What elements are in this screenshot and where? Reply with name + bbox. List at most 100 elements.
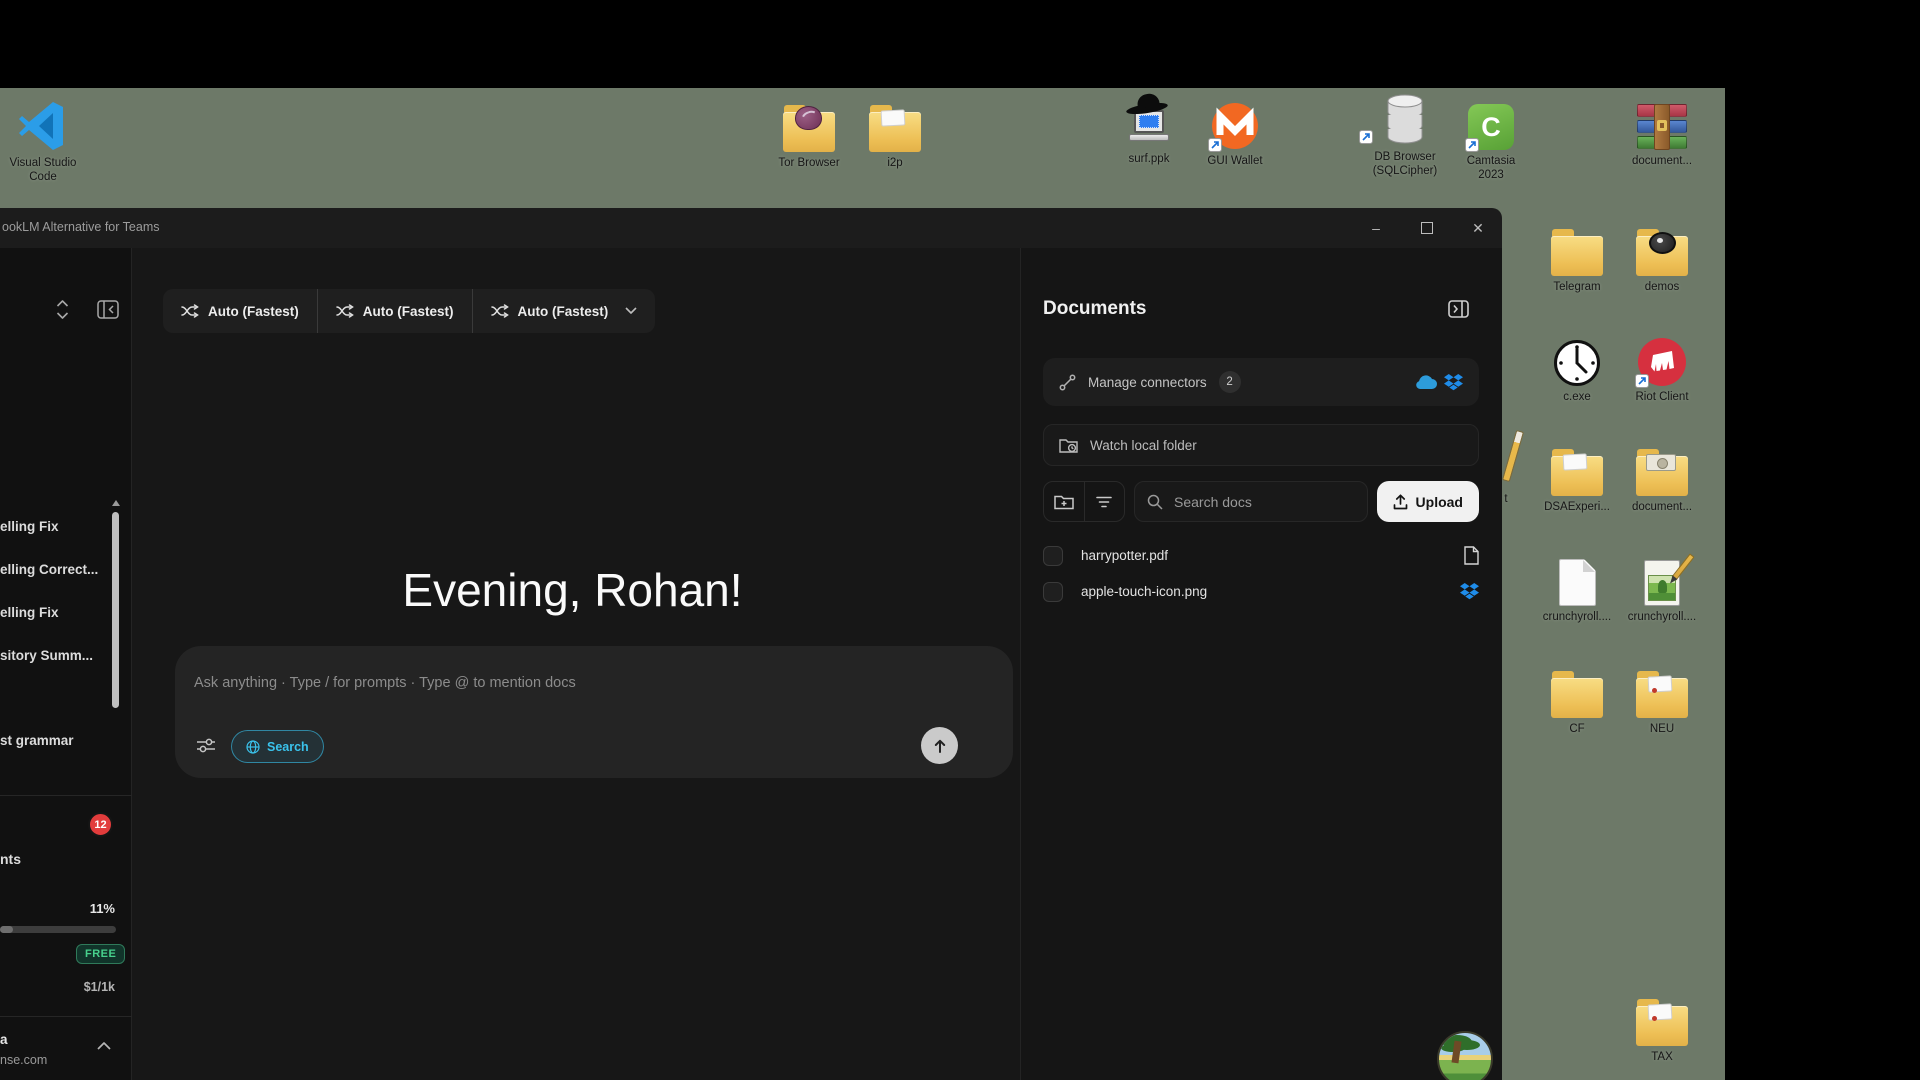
docs-search-input[interactable] <box>1172 493 1342 511</box>
desktop-icon-tor-browser[interactable]: Tor Browser <box>766 94 852 170</box>
desktop-icon-label: document... <box>1619 500 1705 514</box>
desktop-icon-gui-wallet[interactable]: GUI Wallet <box>1192 92 1278 168</box>
chevron-down-icon <box>625 307 637 315</box>
desktop-icon-db-browser[interactable]: DB Browser (SQLCipher) <box>1362 88 1448 178</box>
desktop-icon-label: crunchyroll.... <box>1534 610 1620 624</box>
folder-icon <box>783 112 835 152</box>
filter-button[interactable] <box>1084 482 1125 521</box>
sort-updown-icon[interactable] <box>54 299 71 320</box>
file-checkbox[interactable] <box>1043 582 1063 602</box>
model-selector[interactable]: Auto (Fastest) <box>472 289 656 333</box>
desktop-icon-label: Code <box>0 170 86 184</box>
send-button[interactable] <box>921 727 958 764</box>
camtasia-icon: C <box>1468 104 1514 150</box>
cloud-icon <box>1414 374 1438 390</box>
file-row[interactable]: harrypotter.pdf <box>1043 538 1479 573</box>
tune-sliders-icon[interactable] <box>196 738 216 753</box>
desktop-icon-label: DB Browser <box>1362 150 1448 164</box>
shortcut-arrow-icon <box>1465 138 1479 152</box>
paper-icon <box>881 109 906 126</box>
history-item[interactable]: elling Correct... <box>0 562 98 577</box>
usage-progress-fill <box>0 926 13 933</box>
plan-badge: FREE <box>76 944 125 964</box>
desktop-icon-i2p[interactable]: i2p <box>852 94 938 170</box>
desktop-icon-document-winrar[interactable]: document... <box>1619 92 1705 168</box>
desktop-icon-camtasia[interactable]: C Camtasia 2023 <box>1448 92 1534 182</box>
file-checkbox[interactable] <box>1043 546 1063 566</box>
desktop-icon-telegram[interactable]: Telegram <box>1534 218 1620 294</box>
history-item[interactable]: sitory Summ... <box>0 648 93 663</box>
desktop-icon-label: TAX <box>1619 1050 1705 1064</box>
desktop-icon-c-exe[interactable]: c.exe <box>1534 328 1620 404</box>
history-item[interactable]: elling Fix <box>0 519 59 534</box>
shortcut-arrow-icon <box>1359 130 1373 144</box>
collapse-sidebar-icon[interactable] <box>97 300 119 319</box>
search-toggle-label: Search <box>267 740 309 754</box>
vscode-icon <box>17 100 69 152</box>
greeting-text: Evening, Rohan! <box>132 563 1013 617</box>
desktop-icon-label: Riot Client <box>1619 390 1705 404</box>
desktop-icon-surf-ppk[interactable]: surf.ppk <box>1106 90 1192 166</box>
desktop-icon-crunchyroll-notepad[interactable]: crunchyroll.... <box>1619 548 1705 624</box>
new-folder-button[interactable] <box>1044 482 1084 521</box>
collapse-panel-icon[interactable] <box>1448 300 1469 318</box>
history-item[interactable]: elling Fix <box>0 605 59 620</box>
maximize-icon <box>1421 222 1433 234</box>
desktop-icon-label: Visual Studio <box>0 156 86 170</box>
desktop-icon-label: GUI Wallet <box>1192 154 1278 168</box>
divider <box>0 795 132 796</box>
model-label: Auto (Fastest) <box>518 304 609 319</box>
model-label: Auto (Fastest) <box>208 304 299 319</box>
docs-search-box[interactable] <box>1134 481 1368 522</box>
tropical-photo-icon[interactable] <box>1437 1031 1493 1080</box>
globe-icon <box>246 740 260 754</box>
desktop-icon-neu[interactable]: NEU <box>1619 660 1705 736</box>
desktop-icon-cf[interactable]: CF <box>1534 660 1620 736</box>
chevron-up-icon[interactable] <box>96 1041 112 1051</box>
desktop-icon-demos[interactable]: demos <box>1619 218 1705 294</box>
folder-tools-group <box>1043 481 1125 522</box>
sidebar-scrollbar[interactable] <box>112 512 119 708</box>
desktop-icon-label: surf.ppk <box>1106 152 1192 166</box>
history-item[interactable]: st grammar <box>0 733 74 748</box>
usage-progress-bar <box>0 926 116 933</box>
database-icon <box>1383 92 1427 146</box>
model-selector[interactable]: Auto (Fastest) <box>163 289 317 333</box>
upload-button[interactable]: Upload <box>1377 481 1479 522</box>
model-selector[interactable]: Auto (Fastest) <box>317 289 472 333</box>
dropbox-icon <box>1444 374 1463 391</box>
shortcut-arrow-icon <box>1635 374 1649 388</box>
camera-lens-icon <box>1649 232 1676 254</box>
manage-connectors-label: Manage connectors <box>1088 375 1207 390</box>
sidebar-section-label[interactable]: nts <box>0 851 21 867</box>
pencil-icon <box>1502 430 1524 482</box>
close-button[interactable]: ✕ <box>1455 208 1501 248</box>
window-titlebar[interactable]: ookLM Alternative for Teams – ✕ <box>0 208 1502 248</box>
desktop-icon-crunchyroll-file[interactable]: crunchyroll.... <box>1534 548 1620 624</box>
screen: t Visual Studio Code Tor Browser i2p sur… <box>0 0 1920 1080</box>
web-search-toggle[interactable]: Search <box>231 730 324 763</box>
watch-local-folder-row[interactable]: Watch local folder <box>1043 424 1479 466</box>
folder-icon <box>1636 678 1688 718</box>
minimize-button[interactable]: – <box>1353 208 1399 248</box>
desktop-icon-label: 2023 <box>1448 168 1534 182</box>
shuffle-icon <box>181 304 199 318</box>
onion-icon <box>795 106 822 130</box>
shuffle-icon <box>491 304 509 318</box>
desktop-icon-document-folder[interactable]: document... <box>1619 438 1705 514</box>
pencil-icon <box>1671 553 1694 580</box>
desktop-icon-visual-studio-code[interactable]: Visual Studio Code <box>0 94 86 184</box>
folder-icon <box>1636 1006 1688 1046</box>
desktop-icon-riot-client[interactable]: Riot Client <box>1619 328 1705 404</box>
maximize-button[interactable] <box>1404 208 1450 248</box>
window-title: ookLM Alternative for Teams <box>2 220 159 234</box>
desktop-icon-label: Telegram <box>1534 280 1620 294</box>
account-name[interactable]: a <box>0 1032 8 1047</box>
folder-icon <box>1551 678 1603 718</box>
manage-connectors-row[interactable]: Manage connectors 2 <box>1043 358 1479 406</box>
file-row[interactable]: apple-touch-icon.png <box>1043 574 1479 609</box>
scrollbar-up-arrow[interactable] <box>112 500 120 506</box>
desktop-icon-label: CF <box>1534 722 1620 736</box>
composer[interactable]: Ask anything · Type / for prompts · Type… <box>175 646 1013 778</box>
desktop-icon-tax[interactable]: TAX <box>1619 988 1705 1064</box>
